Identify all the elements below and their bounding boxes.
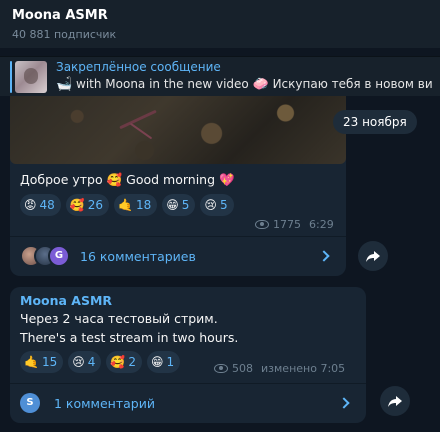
reaction-count: 5 — [219, 198, 228, 212]
comments-label: 16 комментариев — [80, 248, 196, 264]
channel-header[interactable]: Moona ASMR 40 881 подписчик — [0, 0, 440, 48]
message-time: 6:29 — [309, 218, 334, 231]
reaction-chip[interactable]: 😡 48 — [20, 194, 61, 216]
reaction-chip[interactable]: 😁 5 — [162, 194, 196, 216]
message-text-line: Через 2 часа тестовый стрим. — [20, 311, 218, 326]
pinned-title: Закреплённое сообщение — [56, 60, 221, 74]
message-text-line: There's a test stream in two hours. — [20, 330, 239, 345]
reaction-emoji: 😢 — [72, 355, 85, 369]
divider — [10, 383, 366, 384]
reaction-emoji: 🤙 — [118, 198, 133, 212]
message-photo[interactable] — [10, 96, 346, 164]
views-icon — [255, 220, 269, 229]
avatar: G — [48, 245, 70, 267]
reaction-count: 18 — [135, 198, 152, 212]
share-button[interactable] — [380, 386, 410, 416]
reaction-count: 15 — [41, 355, 58, 369]
reaction-emoji: 😁 — [166, 198, 179, 212]
reaction-emoji: 🥰 — [110, 355, 126, 369]
reaction-count: 2 — [128, 355, 136, 369]
reactions-row: 🤙 15 😢 4 🥰 2 😁 1 — [20, 351, 181, 373]
reactions-row: 😡 48 🥰 26 🤙 18 😁 5 😢 5 — [20, 194, 234, 216]
edited-time: изменено 7:05 — [261, 362, 346, 375]
reaction-chip[interactable]: 😁 1 — [146, 351, 181, 373]
reaction-chip[interactable]: 🥰 26 — [65, 194, 110, 216]
comments-button[interactable]: S 1 комментарий — [20, 391, 356, 415]
subscriber-count: 40 881 подписчик — [12, 28, 117, 41]
message-author[interactable]: Moona ASMR — [20, 293, 112, 308]
reaction-count: 5 — [181, 198, 190, 212]
chevron-right-icon — [338, 397, 350, 409]
share-icon — [388, 396, 402, 407]
reaction-count: 1 — [166, 355, 175, 369]
photo-detail — [129, 122, 153, 140]
reaction-emoji: 😢 — [204, 198, 217, 212]
pinned-text-part2: Искупаю тебя в новом ви — [268, 77, 433, 91]
comments-button[interactable]: G 16 комментариев — [20, 244, 336, 268]
view-count: 508 — [232, 362, 253, 375]
soap-emoji: 🧼 — [252, 77, 269, 92]
reaction-count: 26 — [87, 198, 104, 212]
channel-title: Moona ASMR — [12, 8, 108, 23]
reaction-chip[interactable]: 😢 4 — [68, 351, 102, 373]
bath-emoji: 🛁 — [56, 77, 73, 92]
pinned-text: 🛁 with Moona in the new video 🧼 Искупаю … — [56, 77, 433, 92]
message-bubble[interactable]: Moona ASMR Через 2 часа тестовый стрим. … — [10, 287, 366, 423]
message-meta: 508 изменено 7:05 — [214, 362, 345, 375]
avatar: S — [20, 393, 40, 413]
reaction-count: 48 — [39, 198, 55, 212]
pinned-message-bar[interactable]: Закреплённое сообщение 🛁 with Moona in t… — [0, 56, 440, 96]
reaction-chip[interactable]: 🥰 2 — [106, 351, 142, 373]
views-icon — [214, 364, 228, 373]
reaction-emoji: 🥰 — [69, 198, 85, 212]
pinned-thumbnail — [15, 61, 47, 93]
message-text: Доброе утро 🥰 Good morning 💖 — [20, 172, 235, 187]
comments-label: 1 комментарий — [54, 395, 155, 411]
reaction-emoji: 🤙 — [24, 355, 39, 369]
date-separator: 23 ноября — [333, 110, 417, 134]
message-meta: 1775 6:29 — [255, 218, 334, 231]
reaction-chip[interactable]: 😢 5 — [200, 194, 234, 216]
reaction-emoji: 😡 — [24, 198, 37, 212]
reaction-count: 4 — [87, 355, 96, 369]
share-button[interactable] — [358, 241, 388, 271]
view-count: 1775 — [273, 218, 301, 231]
chevron-right-icon — [318, 250, 330, 262]
reaction-chip[interactable]: 🤙 18 — [114, 194, 158, 216]
divider — [10, 236, 346, 237]
photo-detail — [119, 109, 157, 130]
share-icon — [366, 251, 380, 262]
message-bubble[interactable]: Доброе утро 🥰 Good morning 💖 😡 48 🥰 26 🤙 18… — [10, 96, 346, 276]
reaction-emoji: 😁 — [150, 355, 164, 369]
pinned-text-part1: with Moona in the new video — [72, 77, 253, 91]
reaction-chip[interactable]: 🤙 15 — [20, 351, 64, 373]
pinned-indicator — [10, 61, 12, 93]
